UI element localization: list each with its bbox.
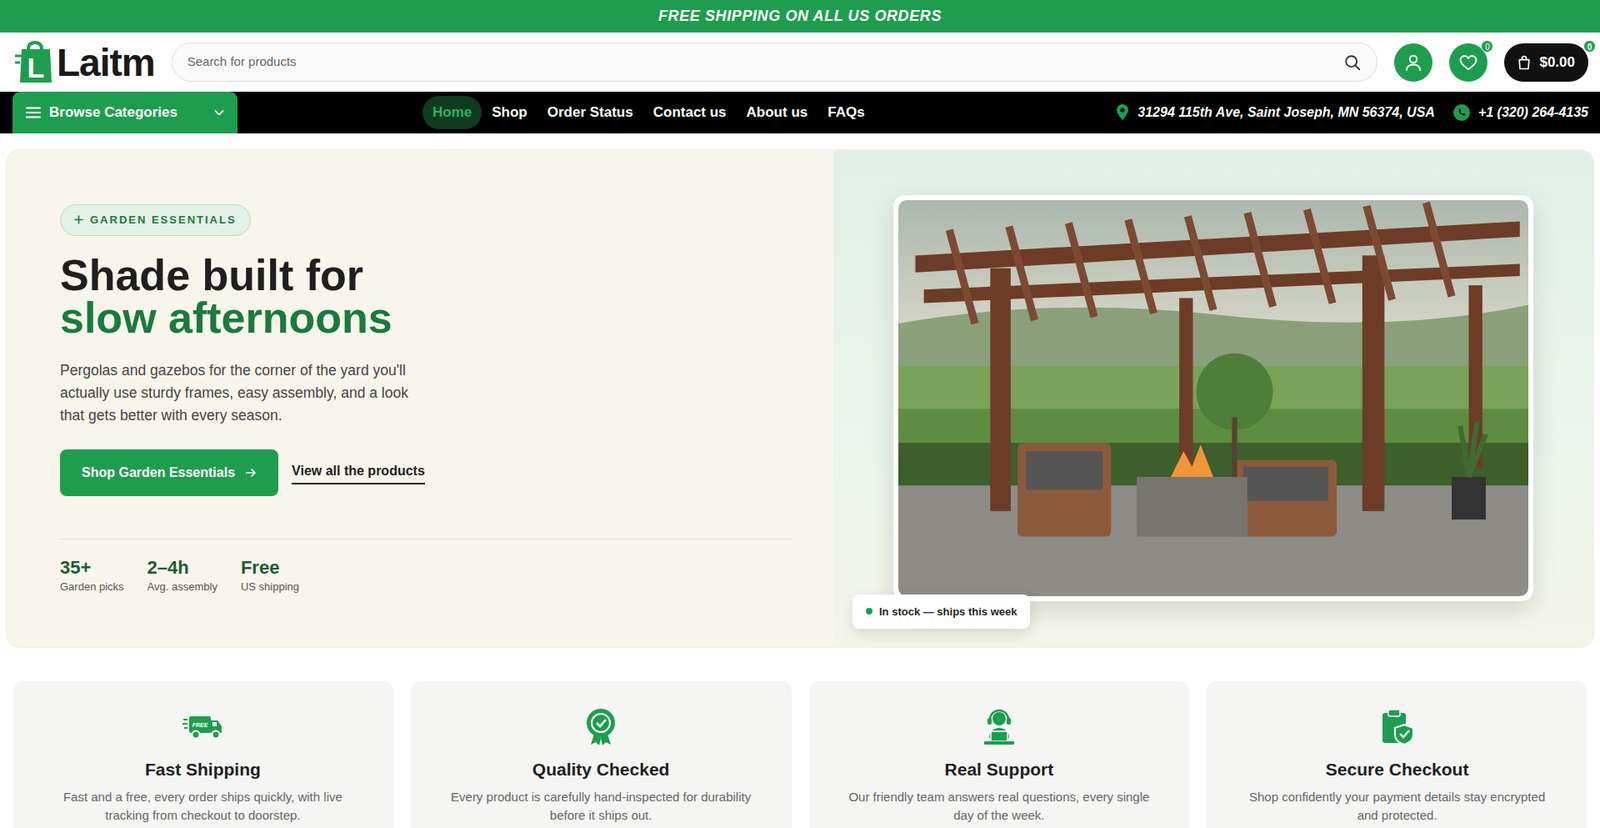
stock-dot [865, 607, 873, 615]
pergola-photo [898, 200, 1529, 596]
search-bar [171, 42, 1379, 82]
hero-title-highlight: slow afternoons [60, 296, 794, 340]
hero-stats: 35+Garden picks 2–4hAvg. assembly FreeUS s… [60, 538, 794, 595]
feature-icon-wrap [447, 705, 755, 746]
site-header: L Laitm 0 $0.00 0 [0, 32, 1600, 92]
feature-icon-wrap [845, 705, 1154, 746]
address-text: 31294 115th Ave, Saint Joseph, MN 56374,… [1137, 102, 1435, 123]
feature-text: Every product is carefully hand-inspecte… [447, 787, 755, 825]
nav-link[interactable]: Home [422, 95, 482, 130]
feature-card: FREE Fast Shipping Fast and a free, every … [12, 680, 394, 828]
nav-link[interactable]: Order Status [537, 95, 644, 130]
stat-label: Avg. assembly [147, 579, 218, 595]
wishlist-button[interactable]: 0 [1449, 43, 1488, 82]
nav-links: HomeShopOrder StatusContact usAbout usFA… [422, 95, 875, 130]
bag-logo-icon: L [15, 40, 54, 85]
feature-cards: FREE Fast Shipping Fast and a free, every … [12, 680, 1588, 828]
stat: FreeUS shipping [240, 555, 300, 595]
phone-text: +1 (320) 264-4135 [1478, 102, 1589, 123]
feature-text: Our friendly team answers real questions… [845, 787, 1154, 825]
stat-value: Free [240, 555, 300, 580]
stat-label: Garden picks [60, 579, 125, 595]
hero-description: Pergolas and gazebos for the corner of t… [60, 359, 427, 427]
stat-value: 35+ [60, 555, 125, 580]
address: 31294 115th Ave, Saint Joseph, MN 56374,… [1115, 102, 1435, 123]
phone[interactable]: +1 (320) 264-4135 [1453, 102, 1589, 123]
search-icon[interactable] [1343, 53, 1362, 72]
feature-card: Quality Checked Every product is carefull… [410, 680, 792, 828]
feature-text: Fast and a free, every order ships quick… [49, 787, 357, 825]
browse-categories-label: Browse Categories [49, 101, 178, 124]
stat: 2–4hAvg. assembly [147, 555, 218, 595]
hero-badge: GARDEN ESSENTIALS [60, 204, 251, 236]
announcement-bar: FREE SHIPPING ON ALL US ORDERS [0, 0, 1600, 33]
menu-icon [25, 106, 41, 119]
main-nav: Browse Categories HomeShopOrder StatusCo… [0, 91, 1600, 134]
cart-button[interactable]: $0.00 0 [1504, 43, 1589, 82]
stock-badge: In stock — ships this week [852, 594, 1030, 630]
stat: 35+Garden picks [60, 555, 125, 595]
feature-card: Secure Checkout Shop confidently your pay… [1206, 680, 1588, 828]
hero-title: Shade built for slow afternoons [60, 254, 794, 340]
feature-card: Real Support Our friendly team answers re… [809, 680, 1190, 828]
secure-checkout-icon [1377, 705, 1418, 746]
stat-value: 2–4h [147, 555, 218, 580]
feature-title: Fast Shipping [49, 758, 357, 780]
hero-actions: Shop Garden Essentials View all the prod… [60, 449, 794, 496]
chevron-down-icon [214, 109, 225, 116]
support-agent-icon [979, 705, 1020, 746]
stat-label: US shipping [240, 579, 300, 595]
nav-link[interactable]: FAQs [817, 95, 875, 130]
plus-icon [74, 215, 84, 225]
announcement-text: FREE SHIPPING ON ALL US ORDERS [658, 5, 942, 28]
truck-label: FREE [192, 721, 209, 728]
wishlist-count: 0 [1480, 40, 1494, 53]
contact-info: 31294 115th Ave, Saint Joseph, MN 56374,… [1115, 102, 1600, 123]
hero: GARDEN ESSENTIALS Shade built for slow a… [6, 150, 1594, 647]
search-input[interactable] [185, 51, 1336, 73]
hero-badge-text: GARDEN ESSENTIALS [90, 211, 237, 229]
stock-text: In stock — ships this week [879, 603, 1017, 620]
quality-badge-icon [580, 705, 621, 746]
feature-title: Quality Checked [447, 758, 755, 780]
location-pin-icon [1115, 104, 1130, 121]
nav-link[interactable]: About us [736, 95, 819, 130]
view-all-link[interactable]: View all the products [291, 460, 425, 485]
shop-button[interactable]: Shop Garden Essentials [60, 449, 279, 496]
feature-title: Real Support [845, 758, 1154, 780]
shopping-bag-icon [1515, 54, 1533, 71]
hero-content: GARDEN ESSENTIALS Shade built for slow a… [6, 150, 834, 647]
account-button[interactable] [1394, 43, 1433, 82]
hero-title-line: Shade built for [60, 254, 794, 297]
logo[interactable]: L Laitm [15, 40, 155, 85]
phone-icon [1453, 104, 1470, 121]
truck-icon: FREE [182, 705, 223, 746]
cart-total: $0.00 [1539, 51, 1575, 74]
arrow-right-icon [245, 467, 257, 478]
logo-mark: L [27, 51, 45, 84]
logo-name: Laitm [56, 43, 155, 82]
cart-count: 0 [1583, 40, 1596, 53]
feature-title: Secure Checkout [1243, 758, 1551, 780]
hero-image-frame: In stock — ships this week [893, 195, 1534, 601]
user-icon [1403, 52, 1424, 73]
feature-icon-wrap [1243, 705, 1551, 746]
nav-link[interactable]: Shop [481, 95, 538, 130]
feature-text: Shop confidently your payment details st… [1243, 787, 1551, 825]
heart-icon [1458, 52, 1479, 73]
feature-icon-wrap: FREE [49, 705, 357, 746]
browse-categories-button[interactable]: Browse Categories [12, 91, 238, 134]
shop-button-label: Shop Garden Essentials [81, 462, 235, 483]
nav-link[interactable]: Contact us [643, 95, 737, 130]
hero-visual: In stock — ships this week [833, 150, 1594, 647]
